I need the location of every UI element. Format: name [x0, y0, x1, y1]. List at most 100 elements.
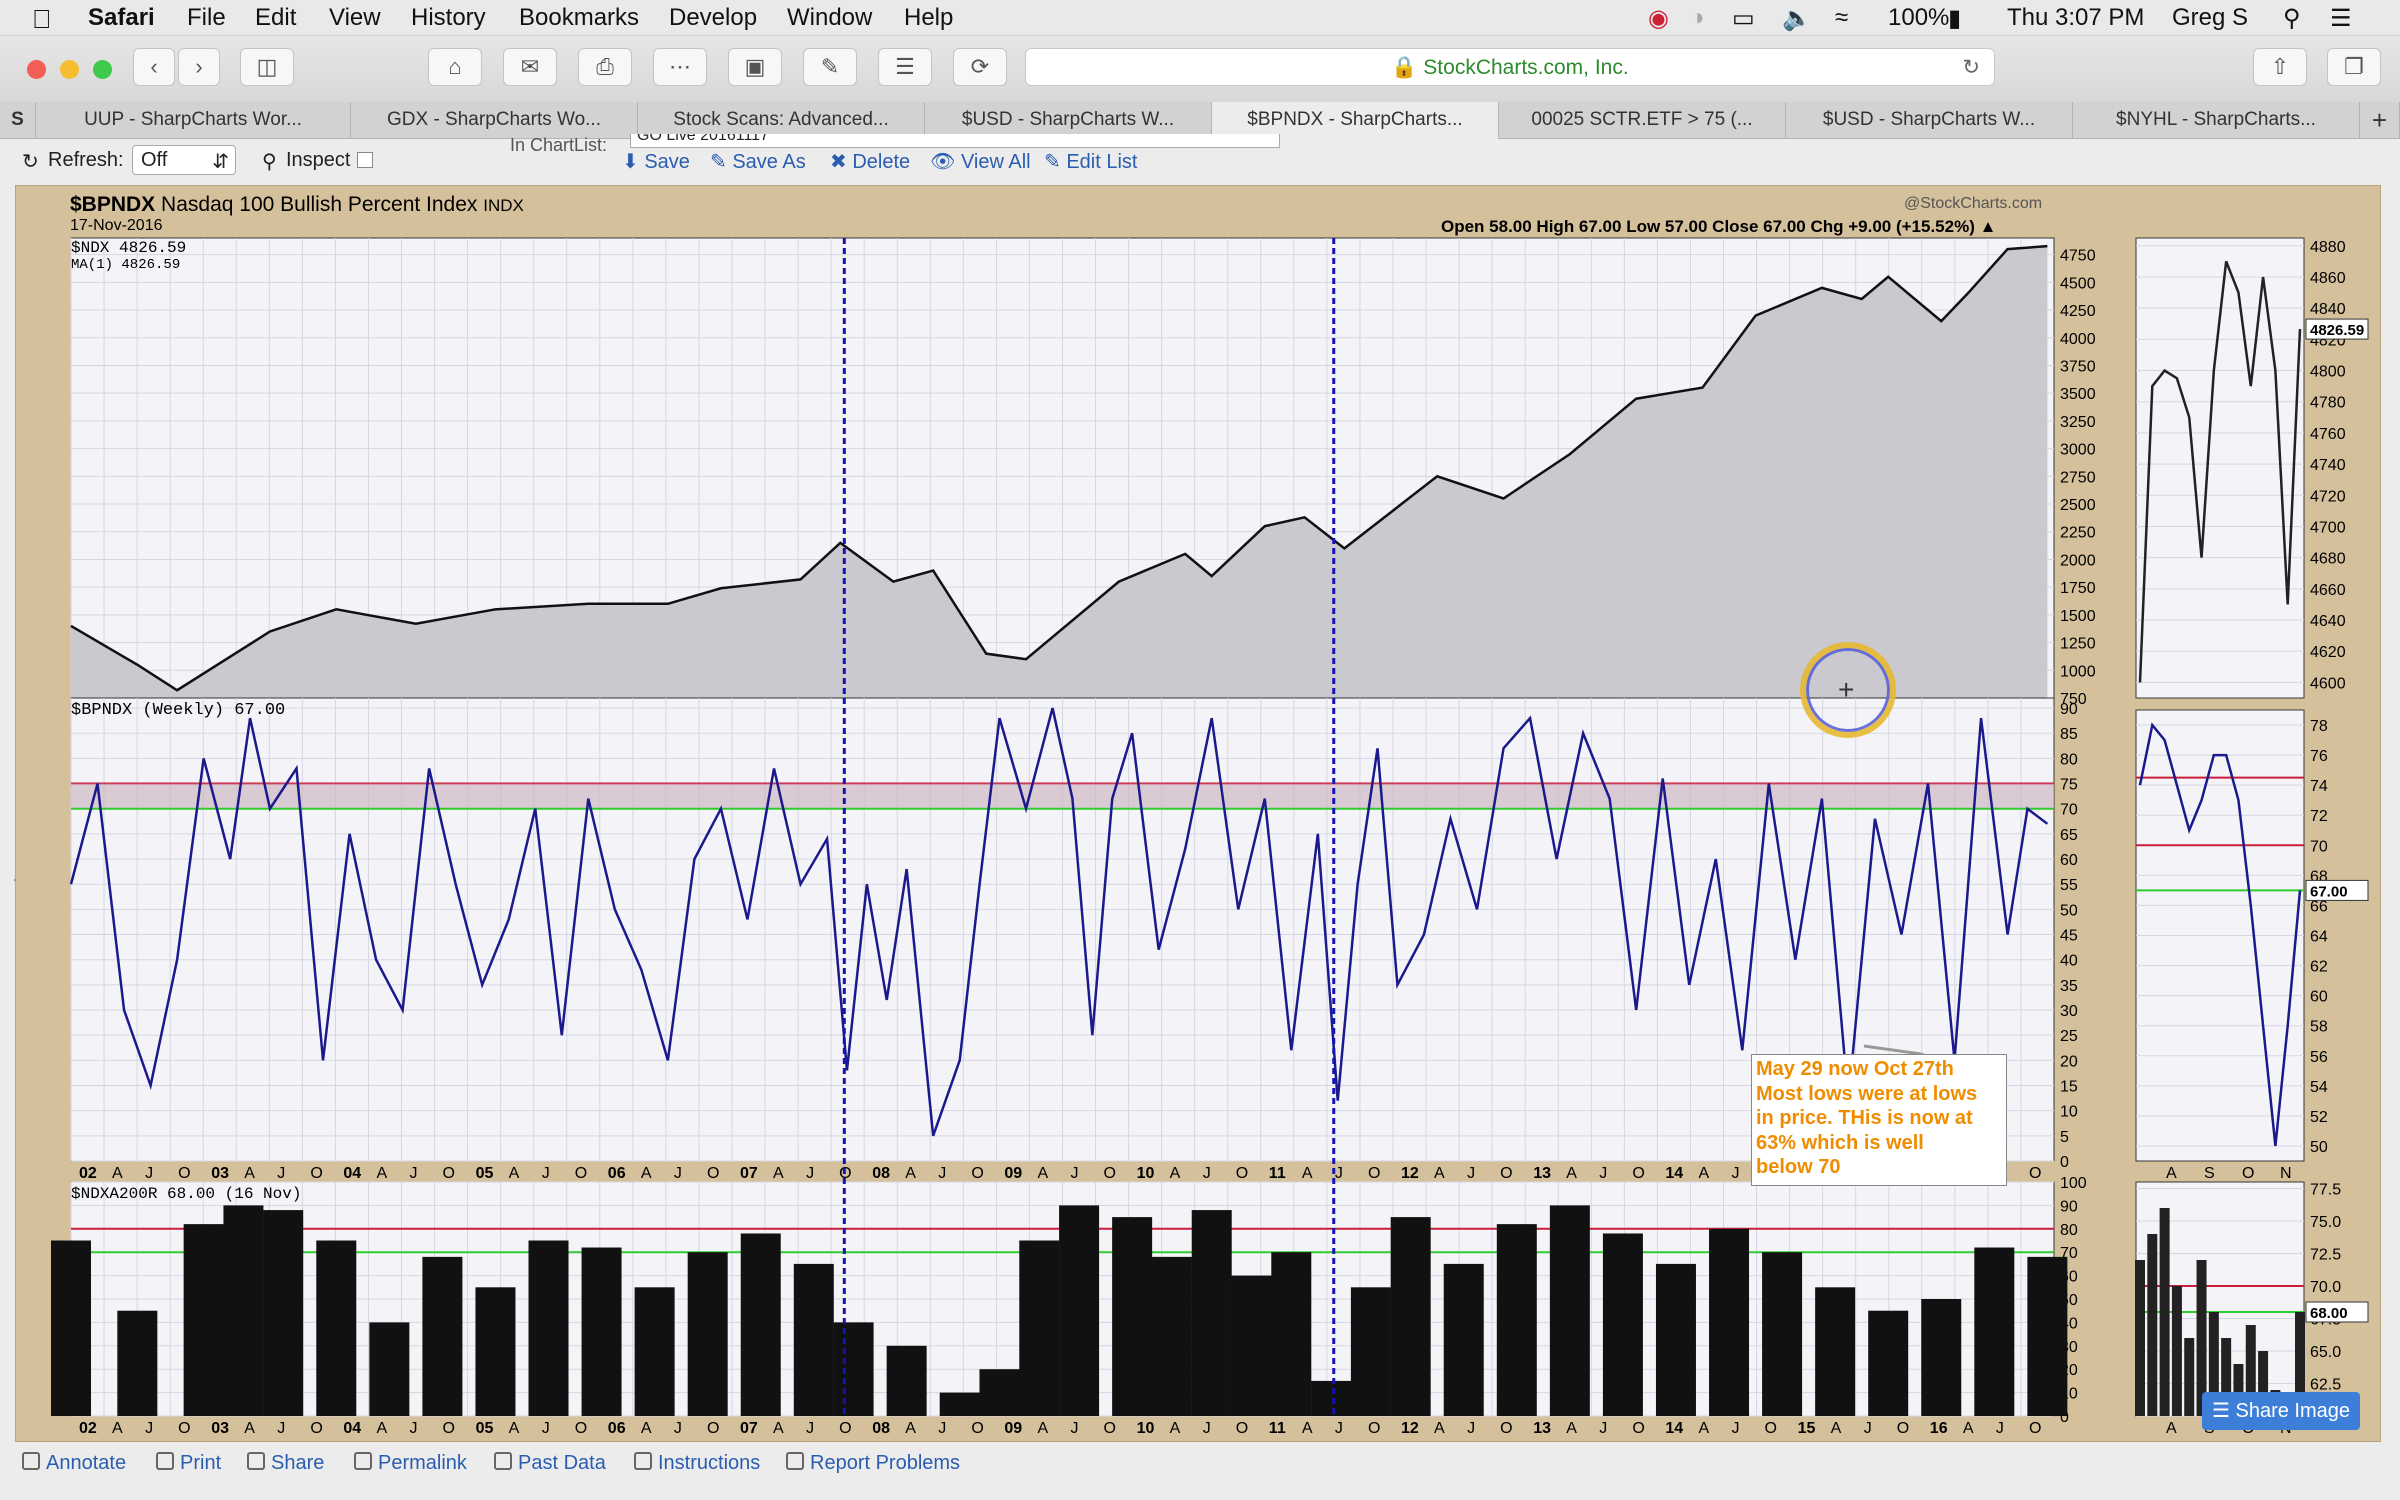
tab-gdx[interactable]: GDX - SharpCharts Wo... [351, 102, 638, 139]
chart-controls: ↻ Refresh: Off ⇵ ⚲ Inspect In ChartList: … [0, 134, 2400, 183]
inset-y-tick-label: 70.0 [2310, 1279, 2341, 1296]
tab-sctr[interactable]: 00025 SCTR.ETF > 75 (... [1499, 102, 1786, 139]
share-icon[interactable]: ⇧ [2253, 48, 2307, 86]
status-grey-icon[interactable]: ◑ [1690, 4, 1705, 32]
inspect-checkbox[interactable] [357, 152, 373, 168]
inset-y-tick-label: 70 [2310, 838, 2328, 855]
menu-bookmarks[interactable]: Bookmarks [519, 4, 639, 32]
edit-list-button[interactable]: ✎ Edit List [1044, 149, 1137, 174]
inset-y-tick-label: 74 [2310, 778, 2328, 795]
battery-icon[interactable]: ▮ [1948, 4, 1961, 33]
volume-icon[interactable]: 🔈 [1782, 4, 1812, 33]
battery-percent[interactable]: 100% [1888, 4, 1949, 32]
ndxa200r-bar [581, 1247, 622, 1416]
save-as-button[interactable]: ✎ Save As [710, 149, 806, 174]
tabs-icon[interactable]: ❐ [2327, 48, 2381, 86]
delete-button[interactable]: ✖ Delete [830, 149, 910, 174]
layers-icon[interactable]: ☰ [878, 48, 932, 86]
y-tick-label: 85 [2060, 726, 2078, 743]
menu-help[interactable]: Help [904, 4, 953, 32]
menu-window[interactable]: Window [787, 4, 872, 32]
menu-file[interactable]: File [187, 4, 226, 32]
permalink-link[interactable]: Permalink [354, 1452, 467, 1475]
forward-icon[interactable]: › [178, 48, 220, 86]
x-tick-label: J [806, 1165, 814, 1182]
x-tick-label: 15 [1798, 1420, 1816, 1437]
mail-icon[interactable]: ✉ [503, 48, 557, 86]
menu-view[interactable]: View [329, 4, 381, 32]
x-tick-label: O [575, 1165, 587, 1182]
inset-x-tick-label: A [2166, 1420, 2177, 1437]
save-button[interactable]: ⬇ Save [622, 149, 690, 174]
close-window-icon[interactable] [27, 60, 46, 79]
reload-icon[interactable]: ↻ [1962, 49, 1980, 87]
ndxa200r-bar [1059, 1205, 1100, 1416]
refresh-circle-icon[interactable]: ⟳ [953, 48, 1007, 86]
menu-edit[interactable]: Edit [255, 4, 296, 32]
panel-0: 4750 4500 4250 4000 3750 3500 3250 3000 2750 2500… [70, 237, 2369, 708]
x-tick-label: O [1236, 1165, 1248, 1182]
grid-icon[interactable]: ⋯ [653, 48, 707, 86]
app-menu[interactable]: Safari [88, 4, 155, 32]
clock[interactable]: Thu 3:07 PM [2007, 4, 2144, 32]
tab-nyhl[interactable]: $NYHL - SharpCharts... [2073, 102, 2360, 139]
last-value-tag: 68.00 [2310, 1305, 2348, 1322]
x-tick-label: O [178, 1165, 190, 1182]
delete-icon: ✖ [830, 151, 853, 173]
chartlist-select[interactable]: GO Live 20161117 [630, 134, 1280, 148]
share-image-button[interactable]: ☰ Share Image [2202, 1392, 2360, 1430]
instructions-link[interactable]: Instructions [634, 1452, 760, 1475]
print-icon[interactable]: ⎙ [578, 48, 632, 86]
x-tick-label: J [1599, 1420, 1607, 1437]
ndxa200r-legend: $NDXA200R 68.00 (16 Nov) [71, 1185, 302, 1203]
x-tick-label: J [806, 1420, 814, 1437]
annotate-link[interactable]: Annotate [22, 1452, 126, 1475]
overbought-zone [71, 783, 2054, 809]
sidebar-icon[interactable]: ◫ [240, 48, 294, 86]
bpndx-legend: $BPNDX (Weekly) 67.00 [71, 701, 286, 720]
pencil-icon[interactable]: ✎ [803, 48, 857, 86]
share-link[interactable]: Share [247, 1452, 324, 1475]
edit-list-label: Edit List [1066, 151, 1138, 173]
home-icon[interactable]: ⌂ [428, 48, 482, 86]
x-tick-label: J [1335, 1420, 1343, 1437]
menu-history[interactable]: History [411, 4, 486, 32]
refresh-select[interactable]: Off ⇵ [132, 145, 236, 175]
user-name[interactable]: Greg S [2172, 4, 2248, 32]
y-tick-label: 2750 [2060, 469, 2096, 486]
address-bar[interactable]: 🔒 StockCharts.com, Inc. ↻ [1025, 48, 1995, 86]
x-tick-label: 12 [1401, 1420, 1419, 1437]
annotation-callout[interactable]: May 29 now Oct 27th Most lows were at lo… [1751, 1054, 2007, 1186]
tab-usd-2[interactable]: $USD - SharpCharts W... [1786, 102, 2073, 139]
report-problems-link[interactable]: Report Problems [786, 1452, 960, 1475]
past-data-link[interactable]: Past Data [494, 1452, 606, 1475]
wifi-icon[interactable]: ≈ [1835, 4, 1848, 32]
y-tick-label: 2250 [2060, 525, 2096, 542]
ndxa200r-bar [740, 1233, 781, 1416]
menu-develop[interactable]: Develop [669, 4, 757, 32]
y-tick-label: 90 [2060, 1198, 2078, 1215]
airplay-icon[interactable]: ▭ [1732, 4, 1755, 33]
apple-menu-icon[interactable]:  [32, 4, 52, 35]
new-tab-icon[interactable]: + [2360, 102, 2400, 139]
x-tick-label: 13 [1533, 1165, 1551, 1182]
inset-y-tick-label: 4680 [2310, 551, 2346, 568]
x-tick-label: J [1203, 1165, 1211, 1182]
back-icon[interactable]: ‹ [133, 48, 175, 86]
pinned-tab-icon[interactable]: S [0, 102, 36, 139]
refresh-icon: ↻ [22, 151, 39, 173]
ndxa200r-bar [1921, 1299, 1962, 1416]
zoom-window-icon[interactable] [93, 60, 112, 79]
minimize-window-icon[interactable] [60, 60, 79, 79]
basket-icon[interactable]: ▣ [728, 48, 782, 86]
print-link[interactable]: Print [156, 1452, 221, 1475]
status-red-icon[interactable]: ◉ [1648, 4, 1669, 33]
x-tick-label: J [938, 1165, 946, 1182]
view-all-button[interactable]: 👁 View All [930, 149, 1031, 174]
y-tick-label: 55 [2060, 877, 2078, 894]
spotlight-search-icon[interactable]: ⚲ [2283, 4, 2301, 33]
x-tick-label: O [1632, 1165, 1644, 1182]
chart-svg[interactable]: 4750450042504000375035003250300027502500… [16, 186, 2382, 1443]
notification-center-icon[interactable]: ☰ [2330, 4, 2352, 33]
tab-uup[interactable]: UUP - SharpCharts Wor... [36, 102, 351, 139]
